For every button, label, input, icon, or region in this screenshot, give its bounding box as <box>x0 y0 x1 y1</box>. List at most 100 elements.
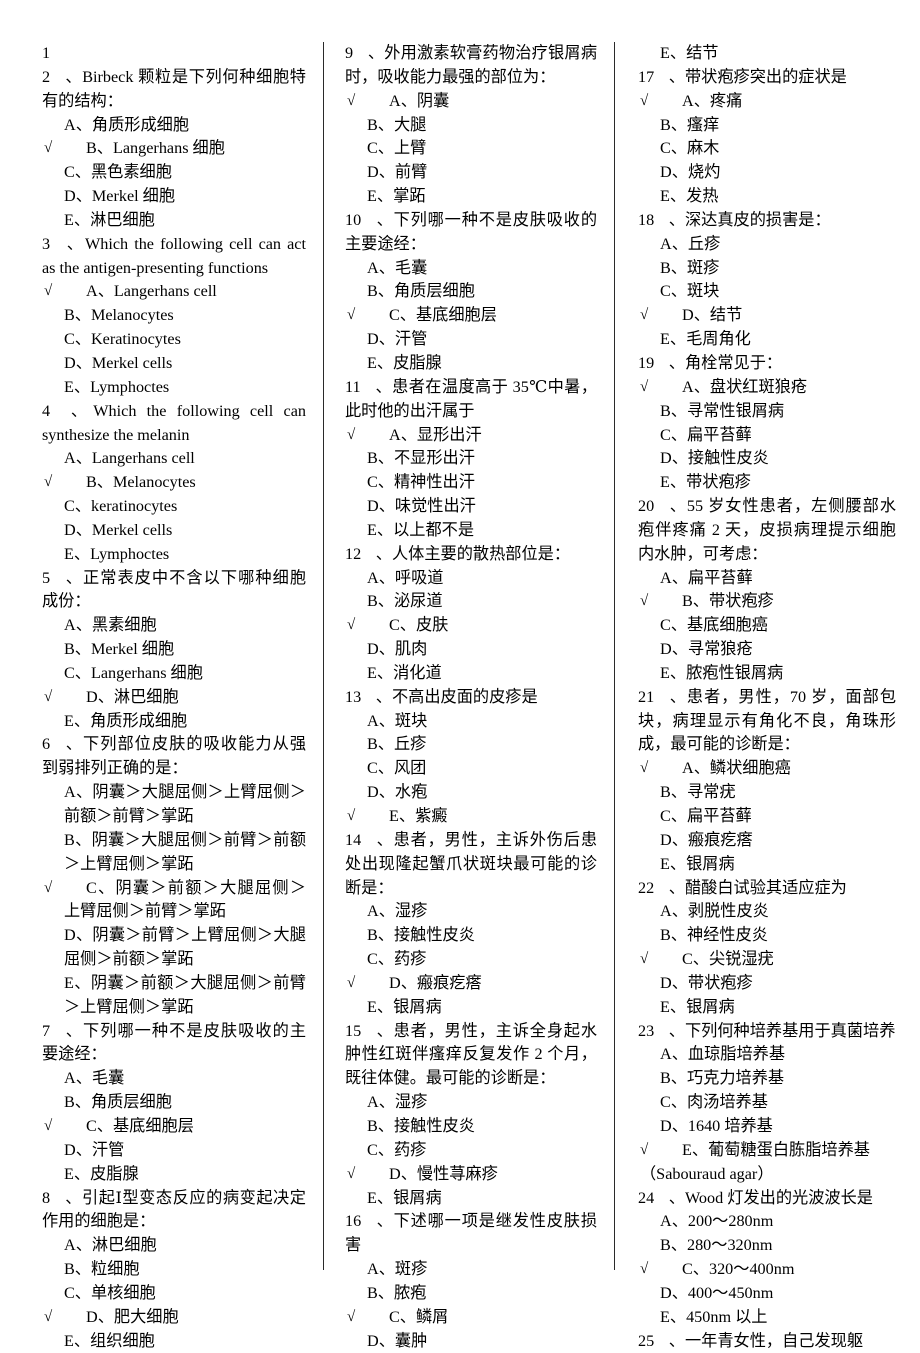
answer-option[interactable]: E、结节 <box>638 42 896 66</box>
answer-option[interactable]: A、200～280nm <box>638 1210 896 1234</box>
answer-option[interactable]: E、Lymphoctes <box>42 543 306 567</box>
answer-option[interactable]: A、丘疹 <box>638 233 896 257</box>
answer-option-selected[interactable]: √ A、鳞状细胞癌 <box>638 757 896 781</box>
answer-option[interactable]: D、Merkel cells <box>42 352 306 376</box>
answer-option-selected[interactable]: √ D、结节 <box>638 304 896 328</box>
answer-option[interactable]: B、280～320nm <box>638 1234 896 1258</box>
answer-option[interactable]: D、汗管 <box>42 1139 306 1163</box>
answer-option-selected[interactable]: √ A、盘状红斑狼疮 <box>638 376 896 400</box>
answer-option[interactable]: B、阴囊＞大腿屈侧＞前臂＞前额＞上臂屈侧＞掌跖 <box>42 829 306 877</box>
answer-option[interactable]: C、基底细胞癌 <box>638 614 896 638</box>
answer-option[interactable]: C、药疹 <box>345 948 597 972</box>
answer-option[interactable]: E、以上都不是 <box>345 519 597 543</box>
answer-option[interactable]: B、接触性皮炎 <box>345 924 597 948</box>
answer-option[interactable]: E、脓疱性银屑病 <box>638 662 896 686</box>
answer-option[interactable]: A、Langerhans cell <box>42 447 306 471</box>
answer-option[interactable]: B、粒细胞 <box>42 1258 306 1282</box>
answer-option[interactable]: D、接触性皮炎 <box>638 447 896 471</box>
answer-option[interactable]: C、精神性出汗 <box>345 471 597 495</box>
answer-option[interactable]: E、450nm 以上 <box>638 1306 896 1330</box>
answer-option[interactable]: A、毛囊 <box>345 257 597 281</box>
answer-option[interactable]: C、Langerhans 细胞 <box>42 662 306 686</box>
answer-option[interactable]: D、寻常狼疮 <box>638 638 896 662</box>
answer-option[interactable]: A、湿疹 <box>345 900 597 924</box>
answer-option-selected[interactable]: √ C、320～400nm <box>638 1258 896 1282</box>
answer-option[interactable]: E、银屑病 <box>345 1187 597 1211</box>
answer-option-selected[interactable]: √ D、慢性荨麻疹 <box>345 1163 597 1187</box>
answer-option-selected[interactable]: √ B、Langerhans 细胞 <box>42 137 306 161</box>
answer-option[interactable]: C、Keratinocytes <box>42 328 306 352</box>
answer-option[interactable]: D、带状疱疹 <box>638 972 896 996</box>
answer-option[interactable]: D、阴囊＞前臂＞上臂屈侧＞大腿屈侧＞前额＞掌跖 <box>42 924 306 972</box>
answer-option[interactable]: B、泌尿道 <box>345 590 597 614</box>
answer-option[interactable]: B、Merkel 细胞 <box>42 638 306 662</box>
answer-option-selected[interactable]: √ A、显形出汗 <box>345 424 597 448</box>
answer-option[interactable]: E、发热 <box>638 185 896 209</box>
answer-option[interactable]: E、毛周角化 <box>638 328 896 352</box>
answer-option[interactable]: B、神经性皮炎 <box>638 924 896 948</box>
answer-option[interactable]: A、淋巴细胞 <box>42 1234 306 1258</box>
answer-option[interactable]: D、汗管 <box>345 328 597 352</box>
answer-option[interactable]: B、角质层细胞 <box>345 280 597 304</box>
answer-option[interactable]: E、阴囊＞前额＞大腿屈侧＞前臂＞上臂屈侧＞掌跖 <box>42 972 306 1020</box>
answer-option[interactable]: C、黑色素细胞 <box>42 161 306 185</box>
answer-option[interactable]: A、扁平苔藓 <box>638 567 896 591</box>
answer-option[interactable]: D、400～450nm <box>638 1282 896 1306</box>
answer-option[interactable]: B、巧克力培养基 <box>638 1067 896 1091</box>
answer-option-selected[interactable]: √ A、Langerhans cell <box>42 280 306 304</box>
answer-option[interactable]: E、银屑病 <box>638 853 896 877</box>
answer-option[interactable]: D、前臂 <box>345 161 597 185</box>
answer-option[interactable]: C、风团 <box>345 757 597 781</box>
answer-option-selected[interactable]: √ C、皮肤 <box>345 614 597 638</box>
answer-option[interactable]: E、皮脂腺 <box>345 352 597 376</box>
answer-option-selected[interactable]: √ C、尖锐湿疣 <box>638 948 896 972</box>
answer-option[interactable]: C、扁平苔藓 <box>638 424 896 448</box>
answer-option[interactable]: B、瘙痒 <box>638 114 896 138</box>
answer-option[interactable]: B、丘疹 <box>345 733 597 757</box>
answer-option-selected[interactable]: √ D、肥大细胞 <box>42 1306 306 1330</box>
answer-option[interactable]: A、剥脱性皮炎 <box>638 900 896 924</box>
answer-option[interactable]: E、Lymphoctes <box>42 376 306 400</box>
answer-option[interactable]: E、消化道 <box>345 662 597 686</box>
answer-option[interactable]: B、脓疱 <box>345 1282 597 1306</box>
answer-option[interactable]: B、寻常性银屑病 <box>638 400 896 424</box>
answer-option[interactable]: A、斑疹 <box>345 1258 597 1282</box>
answer-option[interactable]: A、毛囊 <box>42 1067 306 1091</box>
answer-option[interactable]: E、银屑病 <box>638 996 896 1020</box>
answer-option[interactable]: B、斑疹 <box>638 257 896 281</box>
answer-option-selected[interactable]: √ A、疼痛 <box>638 90 896 114</box>
answer-option[interactable]: D、味觉性出汗 <box>345 495 597 519</box>
answer-option[interactable]: A、湿疹 <box>345 1091 597 1115</box>
answer-option[interactable]: D、瘢痕疙瘩 <box>638 829 896 853</box>
answer-option[interactable]: C、上臂 <box>345 137 597 161</box>
answer-option[interactable]: D、Merkel cells <box>42 519 306 543</box>
answer-option[interactable]: B、角质层细胞 <box>42 1091 306 1115</box>
answer-option[interactable]: A、黑素细胞 <box>42 614 306 638</box>
answer-option[interactable]: C、单核细胞 <box>42 1282 306 1306</box>
answer-option[interactable]: D、肌肉 <box>345 638 597 662</box>
answer-option-selected[interactable]: √ C、基底细胞层 <box>42 1115 306 1139</box>
answer-option[interactable]: B、不显形出汗 <box>345 447 597 471</box>
answer-option[interactable]: E、掌跖 <box>345 185 597 209</box>
answer-option[interactable]: D、烧灼 <box>638 161 896 185</box>
answer-option[interactable]: C、肉汤培养基 <box>638 1091 896 1115</box>
answer-option[interactable]: C、斑块 <box>638 280 896 304</box>
answer-option-selected[interactable]: √ A、阴囊 <box>345 90 597 114</box>
answer-option-selected[interactable]: √ E、紫癜 <box>345 805 597 829</box>
answer-option[interactable]: C、keratinocytes <box>42 495 306 519</box>
answer-option[interactable]: C、扁平苔藓 <box>638 805 896 829</box>
answer-option[interactable]: D、1640 培养基 <box>638 1115 896 1139</box>
answer-option-selected[interactable]: √ C、阴囊＞前额＞大腿屈侧＞上臂屈侧＞前臂＞掌跖 <box>42 877 306 925</box>
answer-option[interactable]: B、Melanocytes <box>42 304 306 328</box>
answer-option-selected[interactable]: √ E、葡萄糖蛋白胨脂培养基 <box>638 1139 896 1163</box>
answer-option[interactable]: A、角质形成细胞 <box>42 114 306 138</box>
answer-option-selected[interactable]: √ B、Melanocytes <box>42 471 306 495</box>
answer-option[interactable]: A、斑块 <box>345 710 597 734</box>
answer-option[interactable]: B、寻常疣 <box>638 781 896 805</box>
answer-option[interactable]: E、银屑病 <box>345 996 597 1020</box>
answer-option-selected[interactable]: √ B、带状疱疹 <box>638 590 896 614</box>
answer-option[interactable]: E、角质形成细胞 <box>42 710 306 734</box>
answer-option[interactable]: E、带状疱疹 <box>638 471 896 495</box>
answer-option[interactable]: A、阴囊＞大腿屈侧＞上臂屈侧＞前额＞前臂＞掌跖 <box>42 781 306 829</box>
answer-option[interactable]: E、皮脂腺 <box>42 1163 306 1187</box>
